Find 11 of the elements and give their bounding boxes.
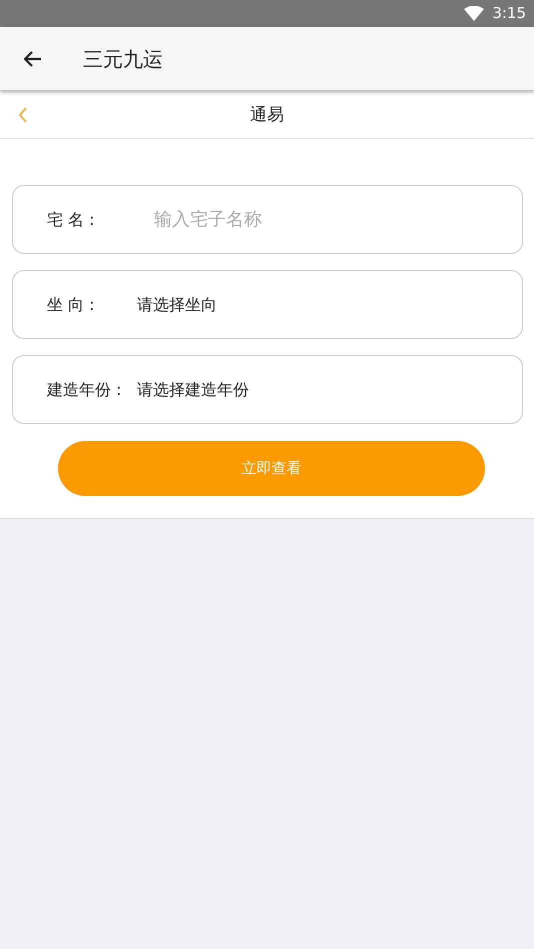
- field-label: 坐 向 :: [47, 294, 96, 316]
- wifi-icon: [464, 6, 484, 21]
- select-field[interactable]: 请选择建造年份: [137, 378, 249, 402]
- page-title: 通易: [250, 104, 284, 127]
- app-title: 三元九运: [83, 46, 163, 72]
- field-label: 宅 名 :: [47, 208, 96, 230]
- status-time: 3:15: [492, 3, 526, 24]
- back-icon[interactable]: [24, 50, 42, 66]
- name-input[interactable]: 输入宅子名称: [152, 205, 452, 234]
- select-field[interactable]: 请选择坐向: [137, 292, 217, 316]
- field-label: 建造年份 :: [47, 378, 122, 400]
